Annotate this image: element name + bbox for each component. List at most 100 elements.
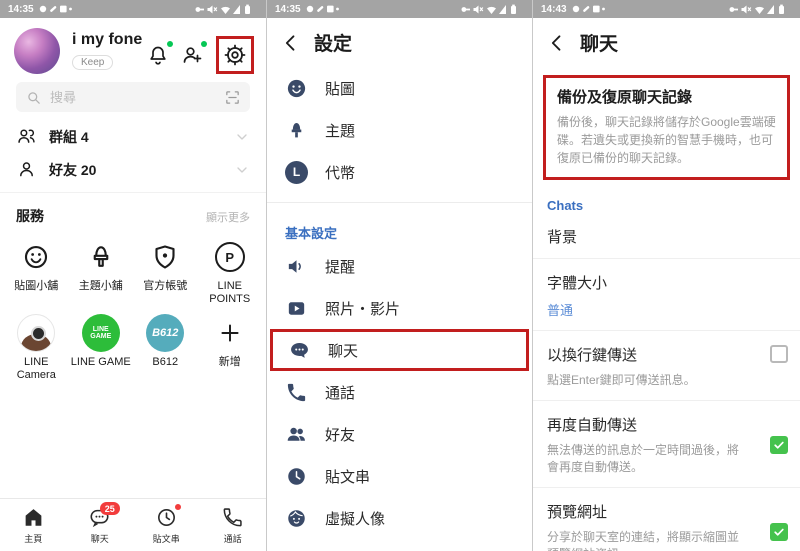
theme-brush-icon (285, 119, 308, 142)
profile-avatar[interactable] (14, 28, 60, 74)
phone-icon (285, 381, 308, 404)
font-size-value: 普通 (547, 303, 574, 318)
backup-restore-row[interactable]: 備份及復原聊天記錄 備份後，聊天記錄將儲存於Google雲端硬碟。若遺失或更換新… (543, 75, 790, 180)
services-title: 服務 (16, 208, 44, 224)
annotation-highlight-settings (216, 36, 254, 74)
friends-row[interactable]: 好友 20 (0, 153, 266, 186)
home-icon (22, 506, 45, 529)
divider (533, 400, 800, 401)
service-official-accounts[interactable]: 官方帳號 (133, 232, 198, 308)
check-icon (772, 525, 786, 539)
notification-dot (167, 41, 173, 47)
service-sticker-shop[interactable]: 貼圖小舖 (4, 232, 69, 308)
notifications-button[interactable] (146, 41, 173, 67)
service-b612[interactable]: B612 B612 (133, 308, 198, 384)
row-url-preview[interactable]: 預覽網址 分享於聊天室的連結，將顯示縮圖並預覽網站資訊。 (533, 490, 800, 551)
row-background[interactable]: 背景 (533, 215, 800, 256)
line-points-icon: P (214, 242, 245, 272)
settings-item-stickers[interactable]: 貼圖 (267, 67, 532, 109)
people-icon (285, 423, 308, 446)
settings-item-chats[interactable]: 聊天 (270, 329, 529, 371)
tab-calls[interactable]: 通話 (200, 499, 267, 551)
settings-item-timeline[interactable]: 貼文串 (267, 455, 532, 497)
status-notification-icons (306, 3, 340, 15)
settings-item-themes[interactable]: 主題 (267, 109, 532, 151)
unread-badge: 25 (99, 502, 120, 515)
search-input[interactable] (48, 88, 218, 106)
checkbox-url-preview[interactable] (770, 523, 788, 541)
chevron-down-icon[interactable] (234, 129, 250, 145)
clock-icon (155, 506, 178, 529)
chat-bubble-icon (288, 339, 311, 362)
settings-item-friends[interactable]: 好友 (267, 413, 532, 455)
checkbox-auto-resend[interactable] (770, 436, 788, 454)
section-chats: Chats (547, 198, 584, 213)
b612-icon: B612 (146, 314, 185, 352)
keep-button[interactable]: Keep (72, 55, 114, 70)
back-button[interactable] (281, 33, 301, 53)
check-icon (772, 438, 786, 452)
settings-item-coins[interactable]: L 代幣 (267, 151, 532, 193)
status-time: 14:43 (541, 3, 567, 15)
settings-item-avatar[interactable]: 虛擬人像 (267, 497, 532, 539)
avatar-face-icon (285, 507, 308, 530)
group-icon (16, 126, 37, 147)
profile-name[interactable]: i my fone (72, 31, 146, 49)
status-time: 14:35 (8, 3, 34, 15)
status-bar: 14:43 (533, 0, 800, 18)
service-line-game[interactable]: LINE GAME LINE GAME (69, 308, 134, 384)
status-time: 14:35 (275, 3, 301, 15)
speaker-icon (285, 255, 308, 278)
row-auto-resend[interactable]: 再度自動傳送 無法傳送的訊息於一定時間過後，將會再度自動傳送。 (533, 403, 800, 485)
service-line-camera[interactable]: LINE Camera (4, 308, 69, 384)
add-friend-button[interactable] (180, 41, 207, 67)
tab-timeline[interactable]: 貼文串 (133, 499, 200, 551)
settings-item-photos-videos[interactable]: 照片・影片 (267, 287, 532, 329)
service-add[interactable]: 新增 (198, 308, 263, 384)
line-game-icon: LINE GAME (81, 314, 120, 352)
chevron-down-icon[interactable] (234, 162, 250, 178)
settings-item-notifications[interactable]: 提醒 (267, 245, 532, 287)
groups-row[interactable]: 群組 4 (0, 120, 266, 153)
panel-line-home: 14:35 i my fone Keep 搜尋 群組 4 好友 20 服務 顯示… (0, 0, 266, 551)
row-enter-to-send[interactable]: 以換行鍵傳送 點選Enter鍵即可傳送訊息。 (533, 333, 800, 398)
phone-icon (221, 506, 244, 529)
panel-chat-settings: 14:43 聊天 備份及復原聊天記錄 備份後，聊天記錄將儲存於Google雲端硬… (533, 0, 800, 551)
add-icon (217, 320, 243, 346)
qr-scan-icon[interactable] (224, 89, 241, 106)
settings-item-language[interactable]: 語言 (267, 539, 532, 551)
checkbox-enter-to-send[interactable] (770, 345, 788, 363)
tab-chats[interactable]: 聊天 25 (67, 499, 134, 551)
backup-description: 備份後，聊天記錄將儲存於Google雲端硬碟。若遺失或更換新的智慧手機時，也可復… (557, 115, 776, 165)
services-grid: 貼圖小舖 主題小舖 官方帳號 P LINE POINTS LINE Camera… (0, 228, 266, 384)
back-button[interactable] (547, 33, 567, 53)
service-theme-shop[interactable]: 主題小舖 (69, 232, 134, 308)
sticker-shop-icon (21, 242, 51, 272)
search-icon (25, 89, 42, 106)
row-font-size[interactable]: 字體大小 普通 (533, 261, 800, 328)
status-bar: 14:35 (267, 0, 532, 18)
tab-home[interactable]: 主頁 (0, 499, 67, 551)
theme-shop-icon (86, 242, 116, 272)
status-notification-icons (572, 3, 606, 15)
divider (533, 487, 800, 488)
gear-icon (223, 43, 247, 67)
back-chevron-icon (281, 33, 301, 53)
status-system-icons (728, 3, 792, 16)
status-notification-icons (39, 3, 73, 15)
sticker-icon (285, 77, 308, 100)
settings-button[interactable] (223, 43, 247, 67)
divider (533, 258, 800, 259)
line-camera-icon (17, 314, 56, 352)
screenshot-canvas: 14:35 i my fone Keep 搜尋 群組 4 好友 20 服務 顯示… (0, 0, 800, 551)
search-bar[interactable] (16, 82, 250, 112)
show-more-link[interactable]: 顯示更多 (206, 209, 250, 225)
page-title: 聊天 (580, 34, 619, 55)
status-bar: 14:35 (0, 0, 266, 18)
bottom-tab-bar: 主頁 聊天 25 貼文串 通話 (0, 498, 266, 551)
page-title: 設定 (314, 34, 353, 55)
settings-item-calls[interactable]: 通話 (267, 371, 532, 413)
profile-header: i my fone Keep (0, 18, 266, 74)
service-line-points[interactable]: P LINE POINTS (198, 232, 263, 308)
divider (533, 330, 800, 331)
